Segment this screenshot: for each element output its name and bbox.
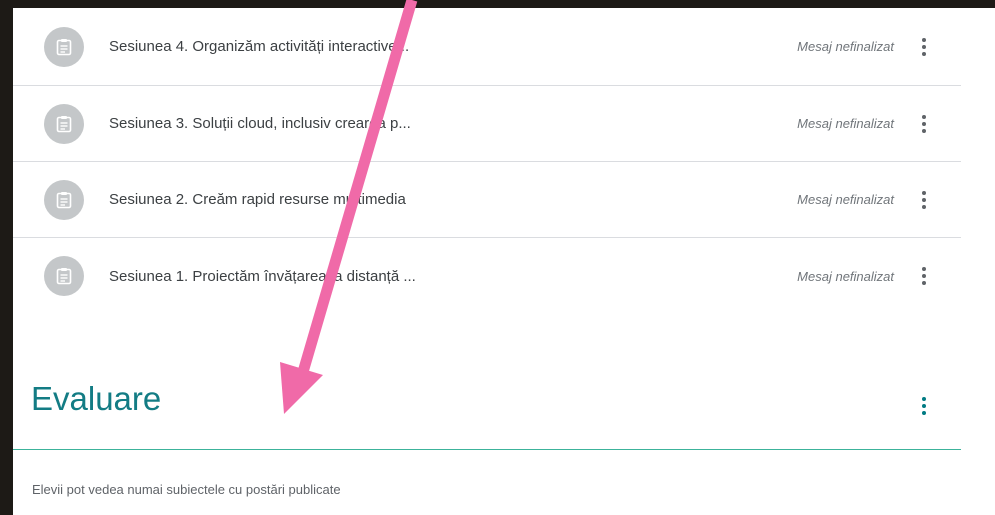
post-title[interactable]: Sesiunea 4. Organizăm activități interac… [109, 38, 409, 55]
post-title[interactable]: Sesiunea 2. Creăm rapid resurse multimed… [109, 191, 406, 208]
post-status: Mesaj nefinalizat [797, 192, 894, 207]
topic-title[interactable]: Evaluare [31, 380, 161, 418]
post-list: Sesiunea 4. Organizăm activități interac… [13, 8, 961, 314]
topic-header: Evaluare [13, 378, 961, 450]
post-row[interactable]: Sesiunea 1. Proiectăm învățarea la dista… [13, 238, 961, 314]
post-status: Mesaj nefinalizat [797, 268, 894, 284]
topic-visibility-note: Elevii pot vedea numai subiectele cu pos… [32, 482, 341, 497]
post-title[interactable]: Sesiunea 1. Proiectăm învățarea la dista… [109, 268, 416, 285]
more-vert-icon[interactable] [914, 33, 934, 61]
post-row[interactable]: Sesiunea 3. Soluții cloud, inclusiv crea… [13, 86, 961, 162]
assignment-icon [44, 179, 84, 220]
assignment-icon [44, 256, 84, 296]
assignment-icon [44, 103, 84, 144]
classwork-page: Sesiunea 4. Organizăm activități interac… [13, 8, 995, 515]
post-row[interactable]: Sesiunea 4. Organizăm activități interac… [13, 8, 961, 86]
post-status: Mesaj nefinalizat [797, 39, 894, 54]
post-status: Mesaj nefinalizat [797, 116, 894, 131]
more-vert-icon[interactable] [914, 262, 934, 290]
assignment-icon [44, 26, 84, 67]
more-vert-icon[interactable] [914, 392, 934, 420]
post-title[interactable]: Sesiunea 3. Soluții cloud, inclusiv crea… [109, 115, 411, 132]
more-vert-icon[interactable] [914, 186, 934, 214]
more-vert-icon[interactable] [914, 110, 934, 138]
post-row[interactable]: Sesiunea 2. Creăm rapid resurse multimed… [13, 162, 961, 238]
